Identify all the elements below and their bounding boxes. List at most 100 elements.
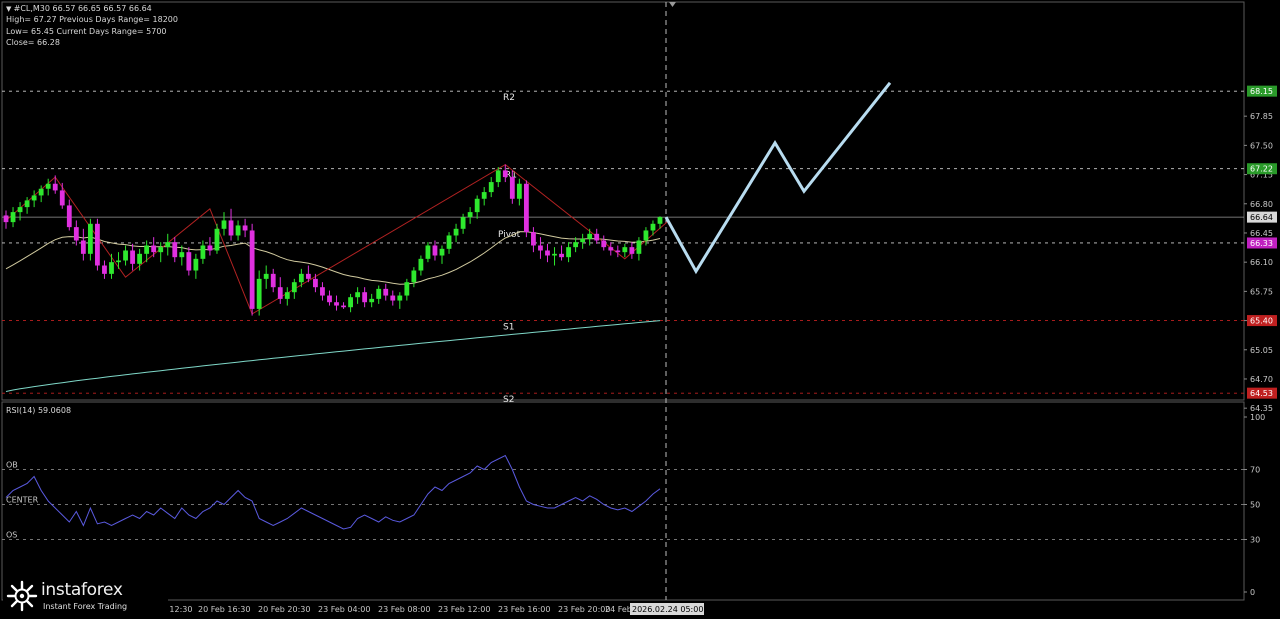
candle-body (17, 207, 23, 213)
candle-body (573, 242, 579, 248)
candle-body (327, 295, 332, 303)
candle-body (460, 217, 466, 229)
time-tick-label: 20 Feb 20:30 (258, 605, 310, 614)
candle-body (404, 282, 410, 296)
candle-body (38, 188, 44, 196)
candlesticks (3, 164, 663, 316)
time-tick-label: 23 Feb 08:00 (378, 605, 430, 614)
rsi-tick-label: 50 (1250, 501, 1260, 510)
candle-body (601, 240, 607, 248)
candle-body (221, 220, 227, 229)
price-axis: 64.35 64.70 65.05 65.40 65.75 66.10 66.45 66.80… (1244, 0, 1280, 619)
candle-body (80, 240, 86, 254)
time-tick-label: 23 Feb 12:00 (438, 605, 490, 614)
candle-body (348, 297, 353, 308)
price-tag-label: 67.22 (1250, 165, 1273, 174)
candle-body (151, 245, 157, 253)
candle-body (432, 245, 438, 256)
candle-body (341, 305, 346, 308)
candle-body (24, 200, 30, 208)
candle-body (193, 258, 199, 271)
price-tick-label: 64.70 (1250, 375, 1273, 384)
time-tick-label: 23 Feb 16:00 (498, 605, 550, 614)
candle-body (552, 253, 557, 256)
candle-body (95, 223, 100, 266)
price-tick-label: 64.35 (1250, 404, 1273, 413)
candle-body (545, 250, 550, 256)
candle-body (580, 238, 586, 243)
candle-body (228, 220, 234, 236)
candle-body (446, 235, 452, 249)
candle-body (137, 253, 143, 264)
time-tick-label: 20 Feb 16:30 (198, 605, 250, 614)
candle-body (116, 260, 121, 263)
price-tag-label: 65.40 (1250, 317, 1273, 326)
low-line: Low= 65.45 Current Days Range= 5700 (6, 27, 167, 36)
candle-body (587, 233, 593, 239)
candle-body (439, 248, 445, 256)
candle-body (474, 198, 480, 213)
price-tick-label: 66.45 (1250, 229, 1273, 238)
rsi-frame (1, 401, 1245, 601)
time-axis: 20 Feb 12:3020 Feb 16:3020 Feb 20:3023 F… (140, 603, 704, 615)
candle-body (165, 242, 171, 248)
time-tick-label: 24 Feb (605, 605, 632, 614)
time-tick-label: 23 Feb 20:00 (558, 605, 610, 614)
candle-body (130, 250, 135, 264)
rsi-level-label-center: CENTER (6, 496, 39, 505)
candle-body (559, 253, 564, 258)
candle-body (52, 183, 58, 191)
candle-body (87, 223, 93, 254)
price-tag: 67.22 (1247, 163, 1277, 175)
rsi-tick-label: 70 (1250, 466, 1260, 475)
level-label-r2: R2 (503, 93, 515, 103)
candle-body (355, 292, 361, 298)
level-label-s2: S2 (503, 395, 514, 405)
price-tick-label: 66.80 (1250, 200, 1273, 209)
symbol-line: ▼ #CL,M30 66.57 66.65 66.57 66.64 (6, 4, 152, 13)
candle-body (45, 183, 51, 189)
candle-body (566, 247, 571, 258)
candle-body (102, 265, 107, 274)
logo-name: instaforex (41, 580, 123, 600)
candle-body (291, 282, 297, 293)
rsi-level-label-ob: OB (6, 461, 18, 470)
candle-body (502, 170, 508, 178)
candle-body (453, 228, 459, 236)
candle-body (362, 292, 368, 303)
candle-body (263, 273, 269, 279)
candle-body (200, 245, 206, 259)
candle-body (509, 177, 515, 199)
collapse-arrow-icon[interactable]: ▼ (6, 5, 14, 13)
logo-tagline: Instant Forex Trading (43, 602, 128, 611)
main-frame (1, 1, 1245, 401)
candle-body (383, 288, 389, 296)
candle-body (629, 247, 635, 254)
candle-body (10, 212, 16, 223)
candle-body (179, 252, 185, 258)
candle-body (172, 242, 178, 258)
price-tag-label: 64.53 (1250, 389, 1273, 398)
candle-body (235, 225, 241, 236)
candle-body (615, 250, 621, 253)
candle-body (481, 192, 487, 199)
rsi-tick-label: 100 (1250, 413, 1265, 422)
zigzag-line (5, 163, 668, 315)
time-cursor-label: 2026.02.24 05:00 (632, 605, 703, 614)
candle-body (608, 247, 614, 251)
rsi-tick-label: 30 (1250, 536, 1260, 545)
candle-body (495, 170, 501, 183)
candle-body (31, 195, 37, 201)
rsi-panel: OB CENTER OS (2, 454, 1244, 540)
rsi-line (5, 454, 661, 530)
candle-body (256, 278, 262, 309)
candle-body (594, 233, 600, 241)
candle-body (425, 245, 431, 259)
price-tag: 65.40 (1247, 315, 1277, 327)
candle-body (249, 230, 255, 309)
close-line: Close= 66.28 (6, 38, 60, 47)
level-label-s1: S1 (503, 323, 514, 333)
price-tick-label: 65.75 (1250, 287, 1273, 296)
candle-body (320, 287, 325, 296)
price-tag: 64.53 (1247, 387, 1277, 399)
